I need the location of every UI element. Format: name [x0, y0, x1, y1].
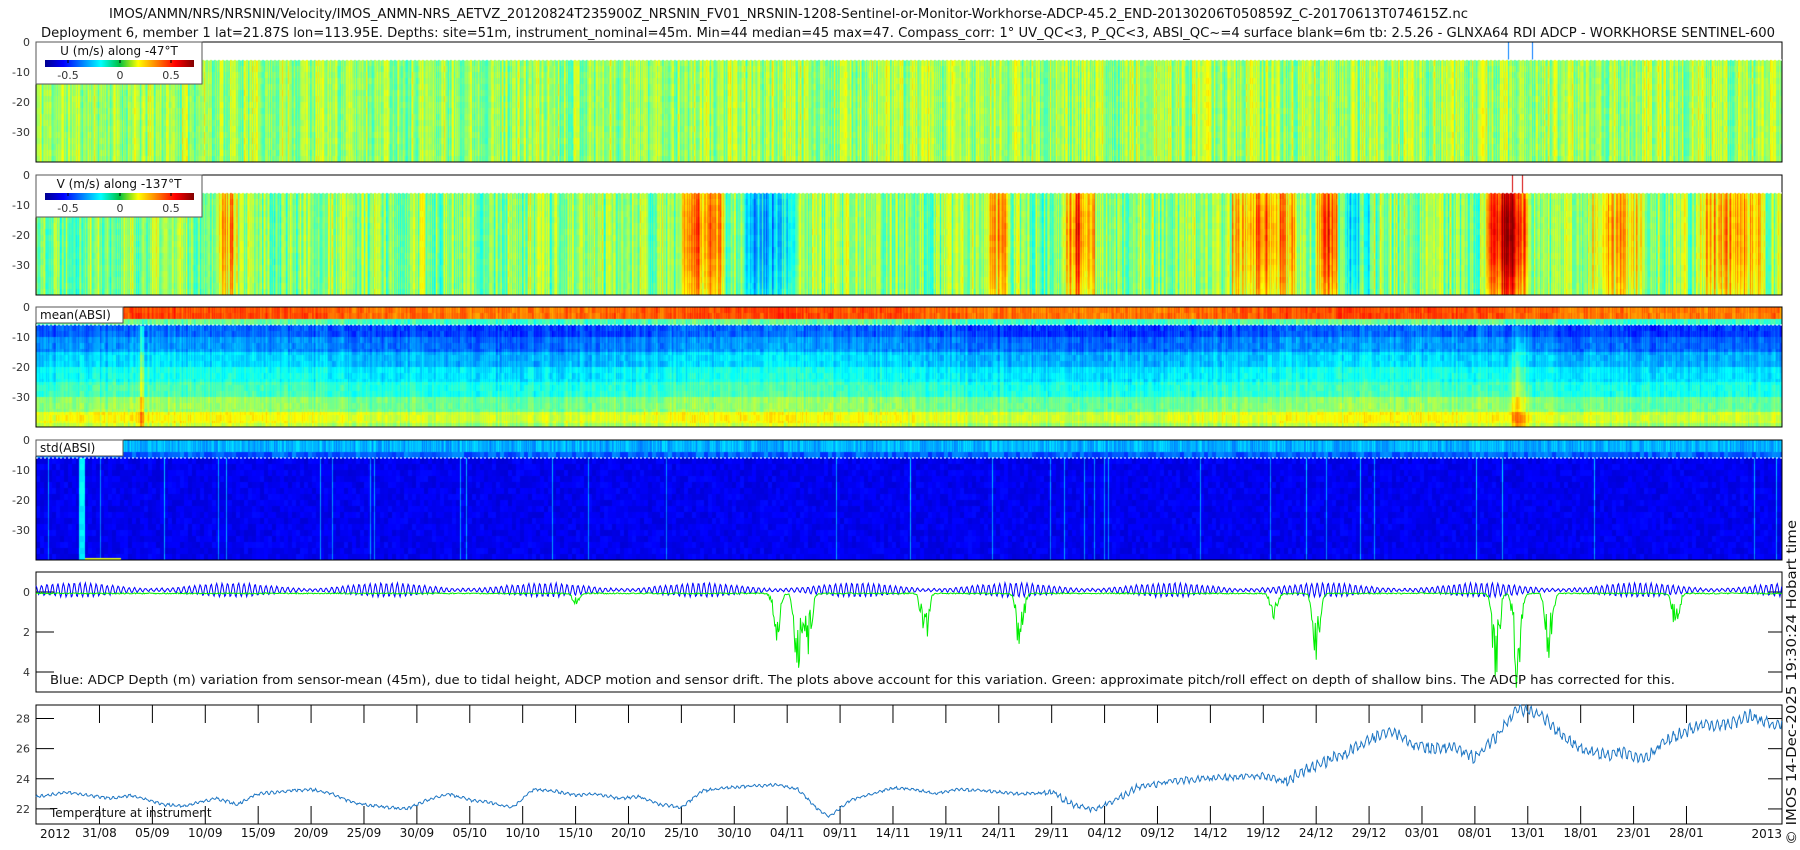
y-tick-label: -20: [12, 96, 30, 109]
x-tick-label: 30/09: [400, 826, 435, 840]
temperature-line: [35, 703, 1783, 818]
x-tick-label: 15/09: [241, 826, 276, 840]
y-tick-label: -20: [12, 229, 30, 242]
colorbar-tick-label: 0: [117, 202, 124, 215]
x-tick-label: 19/11: [929, 826, 964, 840]
y-tick-label: 0: [23, 36, 30, 49]
colorbar-tick-label: 0: [117, 69, 124, 82]
y-tick-label: 22: [16, 803, 30, 816]
y-tick-label: -10: [12, 331, 30, 344]
y-tick-label: 0: [23, 586, 30, 599]
x-tick-label: 14/11: [876, 826, 911, 840]
x-tick-label: 28/01: [1669, 826, 1704, 840]
x-tick-label: 24/11: [981, 826, 1016, 840]
y-tick-label: 2: [23, 626, 30, 639]
figure: IMOS/ANMN/NRS/NRSNIN/Velocity/IMOS_ANMN-…: [12, 7, 1800, 845]
y-tick-label: 26: [16, 743, 30, 756]
y-tick-label: 0: [23, 301, 30, 314]
panel-label: V (m/s) along -137°T: [57, 177, 182, 191]
x-tick-label: 09/11: [823, 826, 858, 840]
depth-caption: Blue: ADCP Depth (m) variation from sens…: [50, 673, 1675, 687]
x-tick-label: 05/10: [452, 826, 487, 840]
y-tick-label: -30: [12, 126, 30, 139]
x-tick-label: 13/01: [1510, 826, 1545, 840]
x-tick-label: 14/12: [1193, 826, 1228, 840]
title-line-2: Deployment 6, member 1 lat=21.87S lon=11…: [41, 26, 1775, 41]
x-tick-label: 30/10: [717, 826, 752, 840]
x-tick-label: 08/01: [1458, 826, 1493, 840]
y-tick-label: -20: [12, 494, 30, 507]
x-tick-label: 15/10: [558, 826, 593, 840]
x-tick-label: 18/01: [1563, 826, 1598, 840]
x-tick-label: 20/10: [611, 826, 646, 840]
copyright-timestamp: © IMOS 14-Dec-2025 19:30:24 Hobart time: [1785, 520, 1800, 845]
x-tick-label: 29/11: [1034, 826, 1069, 840]
panel-label: U (m/s) along -47°T: [60, 44, 178, 58]
x-tick-label: 23/01: [1616, 826, 1651, 840]
panel-label: std(ABSI): [40, 441, 95, 455]
colorbar-tick-label: 0.5: [162, 69, 180, 82]
y-tick-label: -10: [12, 464, 30, 477]
y-tick-label: -30: [12, 391, 30, 404]
panel-label: mean(ABSI): [40, 308, 111, 322]
y-tick-label: -10: [12, 199, 30, 212]
x-tick-label: 05/09: [135, 826, 170, 840]
x-axis-end-year: 2013: [1751, 827, 1782, 841]
x-tick-label: 04/12: [1087, 826, 1122, 840]
y-tick-label: -30: [12, 259, 30, 272]
x-tick-label: 31/08: [82, 826, 117, 840]
y-tick-label: 28: [16, 713, 30, 726]
y-tick-label: 0: [23, 169, 30, 182]
x-tick-label: 09/12: [1140, 826, 1175, 840]
x-tick-label: 25/10: [664, 826, 699, 840]
colorbar-tick-label: -0.5: [57, 202, 78, 215]
temperature-label: Temperature at instrument: [49, 806, 212, 820]
y-tick-label: -30: [12, 524, 30, 537]
x-tick-label: 25/09: [347, 826, 382, 840]
title-line-1: IMOS/ANMN/NRS/NRSNIN/Velocity/IMOS_ANMN-…: [109, 7, 1468, 22]
x-tick-label: 04/11: [770, 826, 805, 840]
y-tick-label: 0: [23, 434, 30, 447]
adcp-depth-line: [35, 580, 1783, 600]
colorbar-tick-label: 0.5: [162, 202, 180, 215]
temperature-panel-frame: [35, 704, 1783, 825]
x-tick-label: 20/09: [294, 826, 329, 840]
y-tick-label: -20: [12, 361, 30, 374]
y-tick-label: 24: [16, 773, 30, 786]
y-tick-label: -10: [12, 66, 30, 79]
y-tick-label: 4: [23, 666, 30, 679]
colorbar-tick-label: -0.5: [57, 69, 78, 82]
x-axis-start-year: 2012: [40, 827, 71, 841]
x-tick-label: 19/12: [1246, 826, 1281, 840]
x-tick-label: 24/12: [1299, 826, 1334, 840]
x-tick-label: 29/12: [1352, 826, 1387, 840]
x-tick-label: 10/09: [188, 826, 223, 840]
x-tick-label: 03/01: [1405, 826, 1440, 840]
x-tick-label: 10/10: [505, 826, 540, 840]
